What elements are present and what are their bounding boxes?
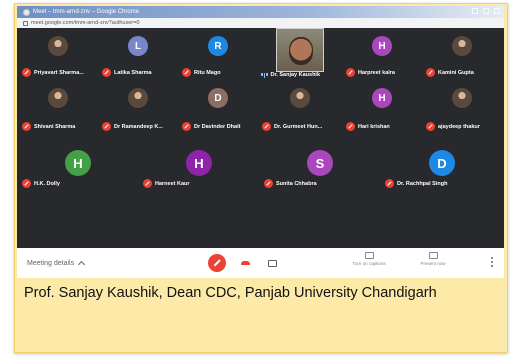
active-speaker-tile[interactable]: Dr. Sanjay Kaushik — [259, 28, 341, 80]
close-icon[interactable] — [494, 8, 500, 14]
meeting-controls-bar: Meeting details Turn on captions Present… — [17, 248, 504, 278]
mic-off-icon — [182, 68, 191, 77]
participant-tile[interactable]: ajaydeep thakur — [423, 82, 502, 134]
present-now-button[interactable]: Present now — [413, 252, 453, 266]
chrome-icon — [23, 8, 30, 16]
url-text[interactable]: meet.google.com/tmm-arnd-znv?authuser=0 — [31, 20, 139, 26]
window-titlebar: Meet – tmm-arnd-znv – Google Chrome — [17, 6, 504, 18]
participant-avatar: L — [128, 36, 148, 56]
participant-name: Ritu Mago — [194, 69, 221, 76]
participant-tile[interactable]: Priyavart Sharma... — [19, 30, 97, 80]
chevron-up-icon — [78, 260, 86, 269]
camera-toggle-button[interactable] — [263, 254, 281, 272]
participant-tile[interactable]: H H.K. Dolly — [19, 136, 137, 216]
leave-call-button[interactable] — [236, 254, 254, 272]
lock-icon — [23, 20, 28, 26]
minimize-icon[interactable] — [472, 8, 478, 14]
participant-avatar: D — [429, 150, 455, 176]
microphone-toggle-button[interactable] — [208, 254, 226, 272]
participant-grid: Priyavart Sharma... L Latika Sharma R Ri… — [17, 28, 504, 248]
mic-off-icon — [426, 68, 435, 77]
captions-label: Turn on captions — [352, 261, 386, 266]
participant-name: Kamini Gupta — [438, 69, 474, 76]
participant-tile[interactable]: L Latika Sharma — [99, 30, 177, 80]
participant-avatar: H — [372, 88, 392, 108]
participant-tile[interactable]: S Sunita Chhabra — [261, 136, 379, 216]
participant-tile[interactable]: Dr Ramandeep K... — [99, 82, 177, 134]
mic-off-icon — [182, 122, 191, 131]
meeting-details-label: Meeting details — [27, 259, 75, 267]
participant-photo — [128, 88, 148, 108]
participant-tile[interactable]: Kamini Gupta — [423, 30, 502, 80]
speaker-face — [289, 37, 313, 65]
participant-avatar: S — [307, 150, 333, 176]
mic-off-icon — [102, 68, 111, 77]
participant-photo — [452, 36, 472, 56]
participant-name: ajaydeep thakur — [438, 123, 480, 130]
maximize-icon[interactable] — [483, 8, 489, 14]
mic-off-icon — [22, 179, 31, 188]
mic-off-icon — [143, 179, 152, 188]
captions-button[interactable]: Turn on captions — [343, 252, 395, 266]
participant-name: Dr. Rachhpal Singh — [397, 180, 448, 187]
participant-name: Harneet Kaur — [155, 180, 190, 187]
participant-avatar: H — [65, 150, 91, 176]
mic-off-icon — [102, 122, 111, 131]
participant-name: Hari krishan — [358, 123, 390, 130]
mic-off-icon — [346, 68, 355, 77]
participant-name: Latika Sharma — [114, 69, 152, 76]
mic-off-icon — [262, 122, 271, 131]
captions-icon — [364, 252, 374, 259]
participant-tile[interactable]: Shivani Sharma — [19, 82, 97, 134]
mic-off-icon — [426, 122, 435, 131]
participant-name: Dr Davinder Dhalt — [194, 123, 241, 130]
participant-name: Shivani Sharma — [34, 123, 76, 130]
mic-off-icon — [346, 122, 355, 131]
participant-name: Dr Ramandeep K... — [114, 123, 163, 130]
mic-off-icon — [385, 179, 394, 188]
participant-name: Sunita Chhabra — [276, 180, 317, 187]
participant-tile[interactable]: D Dr. Rachhpal Singh — [382, 136, 502, 216]
meeting-details-button[interactable]: Meeting details — [27, 259, 86, 269]
participant-avatar: H — [186, 150, 212, 176]
window-controls — [472, 8, 500, 14]
participant-tile[interactable]: H Hari krishan — [343, 82, 421, 134]
participant-name: Harpreet kalra — [358, 69, 395, 76]
present-label: Present now — [420, 261, 446, 266]
participant-avatar: D — [208, 88, 228, 108]
participant-name: Dr. Gurmeet Hun... — [274, 123, 323, 130]
mic-off-icon — [264, 179, 273, 188]
photo-caption: Prof. Sanjay Kaushik, Dean CDC, Panjab U… — [24, 285, 437, 301]
participant-photo — [290, 88, 310, 108]
participant-avatar: H — [372, 36, 392, 56]
window-title: Meet – tmm-arnd-znv – Google Chrome — [33, 9, 140, 15]
mic-off-icon — [22, 68, 31, 77]
address-bar[interactable]: meet.google.com/tmm-arnd-znv?authuser=0 — [17, 18, 504, 28]
participant-photo — [452, 88, 472, 108]
participant-tile[interactable]: D Dr Davinder Dhalt — [179, 82, 257, 134]
participant-tile[interactable]: H Harneet Kaur — [140, 136, 258, 216]
participant-name: Dr. Sanjay Kaushik — [270, 72, 321, 78]
speaker-video — [276, 28, 324, 72]
participant-tile[interactable]: H Harpreet kalra — [343, 30, 421, 80]
participant-name: Priyavart Sharma... — [34, 69, 84, 76]
participant-photo — [48, 36, 68, 56]
mic-off-icon — [22, 122, 31, 131]
present-icon — [428, 252, 438, 259]
participant-tile[interactable]: Dr. Gurmeet Hun... — [259, 82, 341, 134]
participant-avatar: R — [208, 36, 228, 56]
browser-window: Meet – tmm-arnd-znv – Google Chrome meet… — [17, 6, 504, 278]
speaking-icon — [261, 72, 268, 78]
participant-photo — [48, 88, 68, 108]
more-options-icon[interactable] — [491, 257, 493, 267]
participant-tile[interactable]: R Ritu Mago — [179, 30, 257, 80]
participant-name: H.K. Dolly — [34, 180, 60, 187]
